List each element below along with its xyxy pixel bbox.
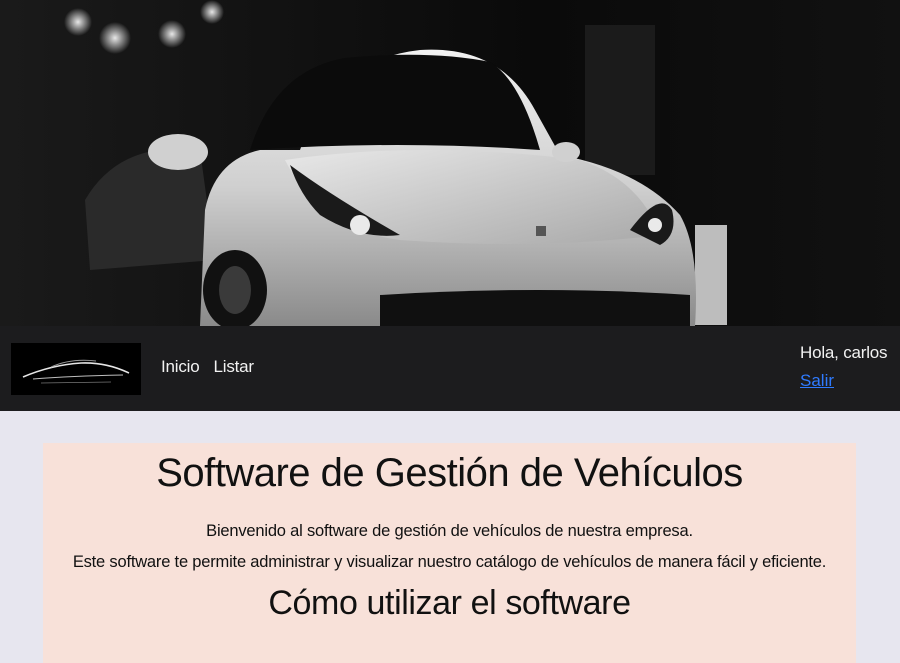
- page-title: Software de Gestión de Vehículos: [156, 451, 743, 495]
- nav-links: Inicio Listar: [161, 357, 254, 377]
- hero-banner: [0, 0, 900, 326]
- sports-car-image: [0, 0, 900, 326]
- car-silhouette-icon: [22, 359, 130, 384]
- car-logo[interactable]: [11, 343, 141, 395]
- intro-text: Bienvenido al software de gestión de veh…: [43, 516, 856, 578]
- section-title: Cómo utilizar el software: [268, 584, 631, 622]
- intro-line-2: Este software te permite administrar y v…: [72, 553, 827, 571]
- logout-link[interactable]: Salir: [800, 371, 887, 391]
- user-greeting: Hola, carlos: [800, 343, 888, 362]
- nav-link-inicio[interactable]: Inicio: [161, 357, 200, 377]
- user-box: Hola, carlos Salir: [800, 343, 888, 391]
- main-content-card: Software de Gestión de Vehículos Bienven…: [43, 443, 856, 663]
- intro-line-1: Bienvenido al software de gestión de veh…: [206, 522, 693, 540]
- nav-link-listar[interactable]: Listar: [214, 357, 255, 377]
- top-navbar: Inicio Listar Hola, carlos Salir: [0, 326, 900, 411]
